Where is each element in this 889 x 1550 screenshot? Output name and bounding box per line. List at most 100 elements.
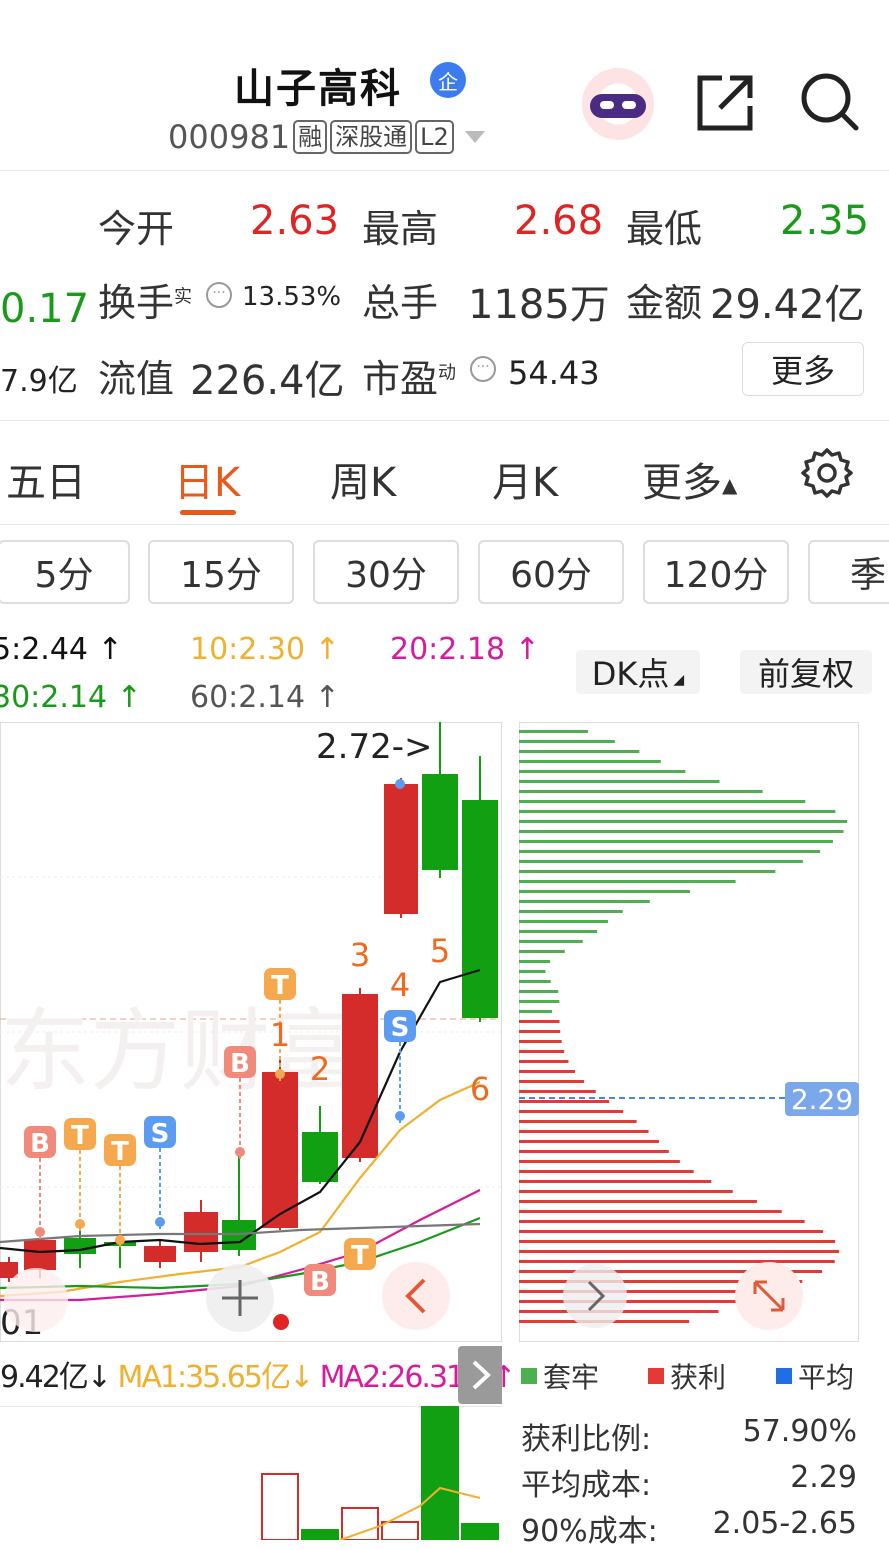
assistant-avatar[interactable] [582, 68, 654, 140]
svg-text:T: T [111, 1137, 129, 1167]
amount-value: 29.42亿 [710, 282, 865, 328]
float-cap-value: 226.4亿 [190, 358, 345, 404]
pe-label: 市盈动 [362, 357, 457, 401]
svg-text:T: T [351, 1241, 369, 1271]
tab-day-k[interactable]: 日K [174, 450, 240, 508]
profit-ratio-label: 获利比例: [521, 1422, 652, 1457]
svg-text:T: T [271, 971, 289, 1001]
volume-bar [261, 1473, 299, 1540]
chip-bar [519, 950, 565, 953]
volume-bar [341, 1507, 379, 1540]
svg-text:2: 2 [310, 1050, 330, 1088]
chip-bar [519, 1170, 694, 1173]
period-15min[interactable]: 15分 [148, 540, 294, 604]
svg-text:6: 6 [470, 1070, 490, 1108]
chip-bar [519, 860, 803, 863]
turnover-value: 13.53% [242, 282, 342, 312]
expand-right-button[interactable] [563, 1264, 627, 1328]
svg-text:B: B [30, 1129, 50, 1159]
chip-bar [519, 1040, 562, 1043]
chip-bar [519, 840, 833, 843]
share-icon[interactable] [696, 72, 756, 132]
tab-week-k[interactable]: 周K [330, 450, 396, 508]
signal-5: 5 [430, 932, 450, 970]
svg-text:5: 5 [430, 932, 450, 970]
signal-6: 6 [470, 1070, 490, 1108]
kline-chart[interactable]: 东方财富 BTTSBT1234S56BT 2.72-> 01 [0, 722, 502, 1342]
chip-bar [519, 1180, 712, 1183]
ma20-value: 20:2.18 ↑ [390, 632, 540, 667]
chip-bar [519, 1300, 749, 1303]
adjust-button[interactable]: 前复权 [740, 650, 872, 694]
scroll-left-button[interactable] [382, 1262, 450, 1330]
chip-bar [519, 1250, 840, 1253]
more-dots-icon[interactable]: ··· [470, 356, 496, 382]
chip-bar [519, 910, 623, 913]
chip-bar [519, 1190, 733, 1193]
candle-body [462, 800, 498, 1018]
chip-bar [519, 1240, 836, 1243]
avg-cost-stat-value: 2.29 [790, 1460, 857, 1495]
chip-bar [519, 990, 559, 993]
tab-five-day[interactable]: 五日 [6, 450, 86, 508]
volume-ma-row: 9.42亿↓ MA1:35.65亿↓ MA2:26.31亿↑ [0, 1352, 516, 1396]
volume-bar [381, 1521, 419, 1540]
pe-value: 54.43 [508, 354, 600, 392]
period-quarter[interactable]: 季 [808, 540, 889, 604]
low-value: 2.35 [780, 198, 870, 244]
candle-body [144, 1246, 176, 1262]
ma30-value: 30:2.14 ↑ [0, 680, 142, 715]
chip-bar [519, 1230, 824, 1233]
caret-up-icon: ▲ [722, 473, 738, 497]
svg-text:B: B [230, 1049, 250, 1079]
market-cap-partial: 7.9亿 [0, 364, 78, 399]
period-60min[interactable]: 60分 [478, 540, 624, 604]
indicator-switch-button[interactable] [458, 1346, 502, 1404]
chip-bar [519, 1160, 680, 1163]
candle-body [422, 774, 458, 870]
chip-bar [519, 1010, 553, 1013]
avg-cost-label: 平均成本: [521, 1468, 652, 1503]
tab-month-k[interactable]: 月K [492, 450, 558, 508]
change-value: 0.17 [0, 286, 90, 332]
period-120min[interactable]: 120分 [643, 540, 789, 604]
chip-bar [519, 880, 736, 883]
gear-icon[interactable] [800, 446, 854, 500]
chevron-down-icon[interactable] [464, 131, 485, 143]
stock-code-row[interactable]: 000981 融 深股通 L2 [168, 118, 485, 156]
chip-bar [519, 1090, 596, 1093]
chip-bar [519, 1210, 782, 1213]
candle-body [342, 994, 378, 1158]
tab-more[interactable]: 更多▲ [642, 450, 737, 508]
volume-bar [461, 1523, 499, 1540]
signal-1: 1 [270, 1016, 290, 1054]
level2-tag: L2 [415, 120, 454, 154]
turnover-label: 换手实 [98, 281, 193, 325]
search-icon[interactable] [800, 72, 860, 132]
legend-trapped: 套牢 [521, 1356, 599, 1396]
ma10-value: 10:2.30 ↑ [190, 632, 340, 667]
cost-90-label: 90%成本: [521, 1514, 658, 1549]
active-tab-indicator [180, 510, 236, 515]
chip-bar [519, 1000, 560, 1003]
dk-point-button[interactable]: DK点 ◢ [576, 650, 700, 694]
chip-distribution-chart: 2.29 [519, 722, 859, 1342]
svg-text:T: T [71, 1121, 89, 1151]
chip-bar [519, 1060, 569, 1063]
chip-bar [519, 810, 836, 813]
period-5min[interactable]: 5分 [0, 540, 130, 604]
signal-2: 2 [310, 1050, 330, 1088]
more-dots-icon[interactable]: ··· [206, 282, 232, 308]
svg-text:S: S [151, 1119, 170, 1149]
open-value: 2.63 [250, 198, 340, 244]
high-marker: 2.72-> [316, 727, 432, 767]
period-30min[interactable]: 30分 [313, 540, 459, 604]
signal-3: 3 [350, 936, 370, 974]
volume-value: 9.42亿↓ [0, 1360, 112, 1395]
chip-bar [519, 1080, 585, 1083]
candle-body [184, 1212, 218, 1252]
chip-bar [519, 1050, 565, 1053]
chip-bar [519, 1020, 560, 1023]
chip-bar [519, 980, 551, 983]
more-quote-button[interactable]: 更多 [742, 342, 864, 396]
